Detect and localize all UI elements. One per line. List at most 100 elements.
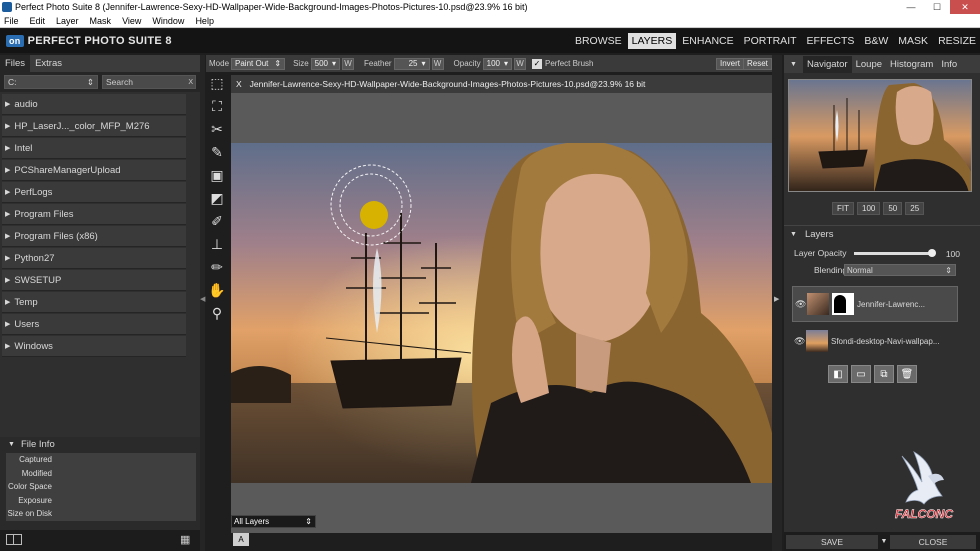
clear-search-icon[interactable]: X [188, 79, 193, 86]
folder-item[interactable]: ▶ SWSETUP [2, 270, 186, 291]
grid-view-icon[interactable]: ▦ [180, 533, 190, 546]
tab-navigator[interactable]: Navigator [802, 55, 852, 73]
module-portrait[interactable]: PORTRAIT [740, 33, 801, 49]
cut-tool-icon[interactable]: ✂ [205, 118, 229, 140]
tab-loupe[interactable]: Loupe [852, 56, 886, 73]
blending-label: Blending [814, 265, 848, 275]
folder-label: HP_LaserJ..._color_MFP_M276 [14, 120, 150, 132]
close-doc-icon[interactable]: X [236, 79, 242, 89]
image-canvas[interactable] [231, 143, 772, 483]
search-input[interactable]: Search X [102, 75, 196, 89]
save-options-icon[interactable]: ▼ [878, 535, 890, 549]
module-layers[interactable]: LAYERS [627, 33, 677, 49]
layers-header[interactable]: ▼ Layers [784, 225, 980, 242]
marquee-tool-icon[interactable]: ⬚ [205, 72, 229, 94]
zoom-fit-button[interactable]: FIT [832, 202, 854, 215]
size-wacom-toggle[interactable]: W [342, 57, 355, 70]
expand-icon: ▶ [5, 233, 11, 240]
reset-button[interactable]: Reset [743, 57, 772, 70]
new-layer-icon[interactable]: ◧ [828, 365, 848, 383]
tab-extras[interactable]: Extras [30, 55, 67, 72]
opacity-label: Opacity [453, 59, 481, 68]
canvas-workspace[interactable] [231, 93, 772, 533]
visibility-eye-icon[interactable]: 👁 [794, 336, 806, 347]
folder-item[interactable]: ▶ Windows [2, 336, 186, 357]
expand-icon: ▶ [5, 255, 11, 262]
drive-select[interactable]: C: ⇕ [4, 75, 98, 89]
folder-item[interactable]: ▶ Temp [2, 292, 186, 313]
layer-row[interactable]: 👁 Jennifer-Lawrenc... [792, 286, 958, 322]
module-mask[interactable]: MASK [894, 33, 932, 49]
folder-item[interactable]: ▶ Intel [2, 138, 186, 159]
tab-info[interactable]: Info [937, 56, 961, 73]
collapse-right-icon[interactable]: ▶ [774, 295, 779, 303]
zoom-tool-icon[interactable]: ⚲ [205, 302, 229, 324]
stamp-tool-icon[interactable]: ⊥ [205, 233, 229, 255]
blending-select[interactable]: Normal ⇕ [844, 264, 956, 276]
search-placeholder: Search [106, 77, 133, 87]
panel-layout-icon[interactable] [6, 534, 22, 545]
mode-select[interactable]: Paint Out ⇕ [231, 57, 286, 70]
zoom-25-button[interactable]: 25 [905, 202, 925, 215]
maximize-button[interactable]: ☐ [924, 0, 950, 14]
folder-item[interactable]: ▶ Python27 [2, 248, 186, 269]
hand-tool-icon[interactable]: ✋ [205, 279, 229, 301]
module-browse[interactable]: BROWSE [571, 33, 626, 49]
eraser-tool-icon[interactable]: ◩ [205, 187, 229, 209]
close-window-button[interactable]: ✕ [950, 0, 980, 14]
folder-item[interactable]: ▶ Users [2, 314, 186, 335]
size-field[interactable]: 500 ▾ [310, 57, 341, 70]
document-tab[interactable]: X Jennifer-Lawrence-Sexy-HD-Wallpaper-Wi… [231, 75, 772, 93]
masking-brush-icon[interactable]: ✎ [205, 141, 229, 163]
right-divider[interactable]: ▶ [772, 55, 782, 551]
folder-item[interactable]: ▶ Program Files [2, 204, 186, 225]
zoom-100-button[interactable]: 100 [857, 202, 881, 215]
module-effects[interactable]: EFFECTS [803, 33, 859, 49]
folder-item[interactable]: ▶ PCShareManagerUpload [2, 160, 186, 181]
invert-button[interactable]: Invert [716, 57, 745, 70]
layer-opacity-slider[interactable] [854, 252, 932, 255]
menu-view[interactable]: View [122, 16, 141, 26]
menu-help[interactable]: Help [195, 16, 214, 26]
folder-item[interactable]: ▶ Program Files (x86) [2, 226, 186, 247]
module-bw[interactable]: B&W [860, 33, 892, 49]
updown-icon: ⇕ [305, 517, 312, 526]
duplicate-layer-icon[interactable]: ⧉ [874, 365, 894, 383]
module-enhance[interactable]: ENHANCE [678, 33, 737, 49]
folder-item[interactable]: ▶ PerfLogs [2, 182, 186, 203]
brand-mark: on [6, 35, 24, 47]
add-mask-icon[interactable]: ▭ [851, 365, 871, 383]
visibility-eye-icon[interactable]: 👁 [795, 299, 807, 310]
menu-file[interactable]: File [4, 16, 19, 26]
menu-window[interactable]: Window [152, 16, 184, 26]
a-button[interactable]: A [233, 533, 249, 546]
feather-wacom-toggle[interactable]: W [431, 57, 444, 70]
menu-layer[interactable]: Layer [56, 16, 79, 26]
tab-files[interactable]: Files [0, 55, 31, 72]
tab-histogram[interactable]: Histogram [886, 56, 937, 73]
crop-tool-icon[interactable]: ⛶ [205, 95, 229, 117]
perfect-brush-checkbox[interactable]: ✓ [532, 58, 543, 69]
layer-row[interactable]: 👁 Sfondi-desktop-Navi-wallpap... [792, 323, 958, 359]
feather-field[interactable]: 25 ▾ [393, 57, 430, 70]
delete-layer-icon[interactable]: 🗑 [897, 365, 917, 383]
menu-mask[interactable]: Mask [90, 16, 112, 26]
collapse-icon[interactable]: ▼ [784, 61, 803, 68]
navigator-thumbnail[interactable] [788, 79, 972, 192]
opacity-field[interactable]: 100 ▾ [482, 57, 513, 70]
minimize-button[interactable]: — [898, 0, 924, 14]
zoom-50-button[interactable]: 50 [883, 202, 903, 215]
folder-item[interactable]: ▶ HP_LaserJ..._color_MFP_M276 [2, 116, 186, 137]
close-button[interactable]: CLOSE [890, 534, 976, 549]
save-button[interactable]: SAVE [786, 534, 878, 549]
paint-brush-icon[interactable]: ✏ [205, 256, 229, 278]
retouch-brush-icon[interactable]: ✐ [205, 210, 229, 232]
module-resize[interactable]: RESIZE [934, 33, 980, 49]
opacity-wacom-toggle[interactable]: W [514, 57, 527, 70]
file-info-header[interactable]: ▼ File Info [0, 437, 200, 452]
layer-opacity-knob[interactable] [928, 249, 936, 257]
transform-tool-icon[interactable]: ▣ [205, 164, 229, 186]
folder-item[interactable]: ▶ audio [2, 94, 186, 115]
menu-edit[interactable]: Edit [30, 16, 46, 26]
layer-filter-select[interactable]: All Layers ⇕ [231, 515, 316, 528]
